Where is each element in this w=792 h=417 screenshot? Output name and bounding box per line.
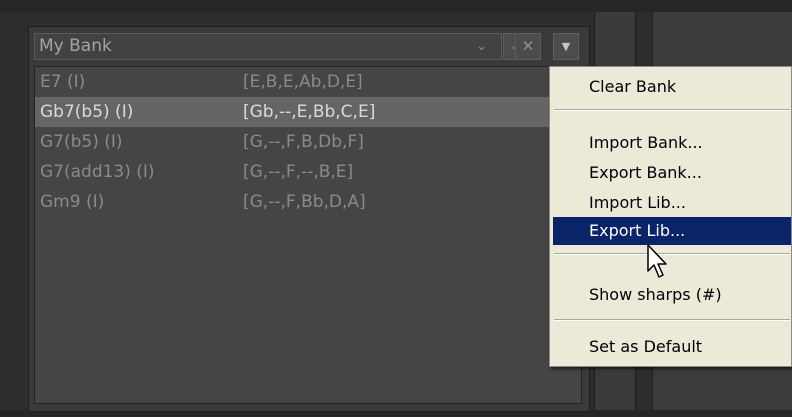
chord-name: E7 (I) bbox=[40, 72, 86, 92]
menu-button[interactable]: ▼ bbox=[553, 33, 579, 60]
chevron-down-icon: ⌄ bbox=[476, 39, 487, 54]
top-strip bbox=[0, 0, 792, 12]
menu-item-set-default[interactable]: Set as Default bbox=[553, 333, 791, 361]
chord-notes: [Gb,--,E,Bb,C,E] bbox=[243, 102, 376, 122]
chord-list[interactable]: E7 (I) [E,B,E,Ab,D,E] Gb7(b5) (I) [Gb,--… bbox=[34, 66, 582, 404]
menu-separator bbox=[554, 319, 790, 321]
chord-notes: [E,B,E,Ab,D,E] bbox=[243, 72, 363, 92]
chord-row[interactable]: E7 (I) [E,B,E,Ab,D,E] bbox=[35, 67, 581, 97]
chord-notes: [G,--,F,Bb,D,A] bbox=[243, 192, 366, 212]
chord-row[interactable]: Gm9 (I) [G,--,F,Bb,D,A] bbox=[35, 187, 581, 217]
menu-item-import-lib[interactable]: Import Lib... bbox=[553, 189, 791, 217]
chord-name: G7(b5) (I) bbox=[40, 132, 123, 152]
bank-dropdown[interactable]: My Bank ⌄ bbox=[34, 33, 502, 60]
chord-notes: [G,--,F,--,B,E] bbox=[243, 162, 354, 182]
chord-notes: [G,--,F,B,Db,F] bbox=[243, 132, 364, 152]
menu-item-show-sharps[interactable]: Show sharps (#) bbox=[553, 281, 791, 309]
bank-dropdown-value: My Bank bbox=[39, 36, 112, 56]
chord-row-selected[interactable]: Gb7(b5) (I) [Gb,--,E,Bb,C,E] bbox=[35, 97, 581, 127]
menu-item-import-bank[interactable]: Import Bank... bbox=[553, 129, 791, 157]
menu-separator bbox=[554, 109, 790, 111]
menu-item-export-lib[interactable]: Export Lib... bbox=[553, 217, 791, 245]
menu-item-export-bank[interactable]: Export Bank... bbox=[553, 159, 791, 187]
chord-name: Gm9 (I) bbox=[40, 192, 105, 212]
context-menu: Clear Bank Import Bank... Export Bank...… bbox=[549, 66, 792, 367]
chord-name: G7(add13) (I) bbox=[40, 162, 155, 182]
chord-name: Gb7(b5) (I) bbox=[40, 102, 134, 122]
mouse-cursor-icon bbox=[647, 244, 667, 278]
menu-item-clear-bank[interactable]: Clear Bank bbox=[553, 73, 791, 101]
cancel-button[interactable]: ✕ bbox=[515, 33, 541, 60]
chord-row[interactable]: G7(b5) (I) [G,--,F,B,Db,F] bbox=[35, 127, 581, 157]
chord-row[interactable]: G7(add13) (I) [G,--,F,--,B,E] bbox=[35, 157, 581, 187]
